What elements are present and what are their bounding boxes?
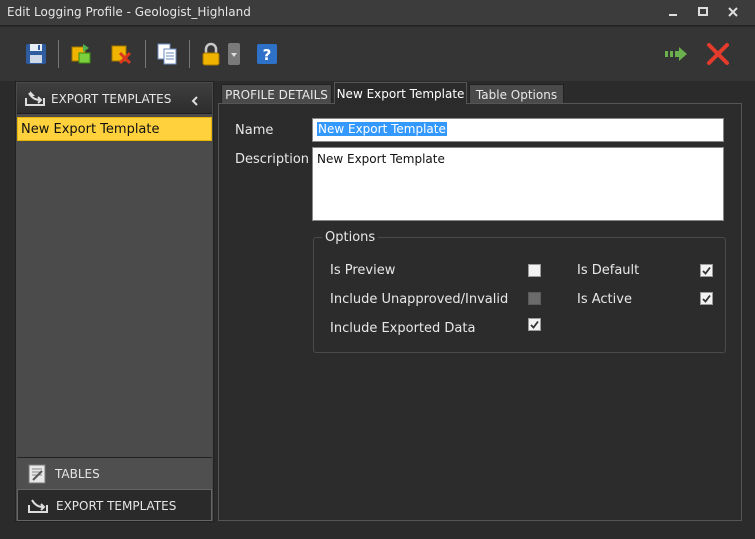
tab-new-export-template[interactable]: New Export Template: [334, 82, 467, 104]
export-templates-icon: [24, 88, 46, 112]
nav-button-tables-label: TABLES: [55, 467, 100, 481]
description-field[interactable]: New Export Template: [312, 147, 724, 221]
minimize-icon[interactable]: [664, 4, 682, 20]
options-legend: Options: [322, 230, 379, 245]
title-bar: Edit Logging Profile - Geologist_Highlan…: [0, 0, 755, 26]
include-exported-checkbox[interactable]: [528, 318, 541, 331]
is-preview-checkbox[interactable]: [528, 264, 541, 277]
tab-table-options[interactable]: Table Options: [469, 84, 564, 104]
name-input[interactable]: New Export Template: [312, 118, 724, 142]
nav-button-export-templates[interactable]: EXPORT TEMPLATES: [17, 489, 212, 521]
window-title: Edit Logging Profile - Geologist_Highlan…: [7, 5, 251, 19]
nav-button-tables[interactable]: TABLES: [17, 457, 212, 489]
toolbar-separator: [58, 40, 59, 68]
option-label-is-active: Is Active: [577, 292, 632, 307]
next-icon[interactable]: [662, 40, 690, 68]
tab-profile-details[interactable]: PROFILE DETAILS: [221, 84, 332, 104]
delete-icon[interactable]: [107, 40, 135, 68]
list-item[interactable]: New Export Template: [17, 117, 212, 141]
cancel-icon[interactable]: [704, 40, 732, 68]
description-label: Description: [235, 152, 310, 167]
import-icon[interactable]: [67, 40, 95, 68]
list-item-label: New Export Template: [21, 122, 160, 137]
save-icon[interactable]: [22, 40, 50, 68]
copy-icon[interactable]: [153, 40, 181, 68]
sidebar: EXPORT TEMPLATES New Export Template TAB…: [15, 81, 214, 522]
help-icon[interactable]: ?: [253, 40, 281, 68]
check-icon: [530, 320, 539, 329]
sidebar-header[interactable]: EXPORT TEMPLATES: [17, 83, 212, 114]
include-unapproved-checkbox[interactable]: [528, 292, 541, 305]
check-icon: [702, 294, 711, 303]
sidebar-header-label: EXPORT TEMPLATES: [51, 92, 172, 106]
dropdown-icon[interactable]: [226, 40, 242, 68]
export-templates-icon: [27, 495, 49, 519]
name-label: Name: [235, 123, 274, 138]
name-input-value: New Export Template: [317, 122, 447, 136]
is-default-checkbox[interactable]: [700, 264, 713, 277]
option-label-include-exported: Include Exported Data: [330, 321, 476, 336]
toolbar-separator: [189, 40, 190, 68]
option-label-is-default: Is Default: [577, 263, 640, 278]
tables-icon: [27, 463, 47, 489]
toolbar: ?: [0, 27, 755, 81]
svg-text:?: ?: [263, 46, 272, 64]
maximize-icon[interactable]: [694, 4, 712, 20]
collapse-chevron-icon[interactable]: [190, 92, 200, 111]
toolbar-separator: [145, 40, 146, 68]
check-icon: [702, 266, 711, 275]
lock-icon[interactable]: [197, 40, 225, 68]
option-label-is-preview: Is Preview: [330, 263, 396, 278]
option-label-include-unapproved: Include Unapproved/Invalid: [330, 292, 509, 307]
nav-button-export-templates-label: EXPORT TEMPLATES: [56, 499, 177, 513]
is-active-checkbox[interactable]: [700, 292, 713, 305]
close-icon[interactable]: [724, 4, 742, 20]
